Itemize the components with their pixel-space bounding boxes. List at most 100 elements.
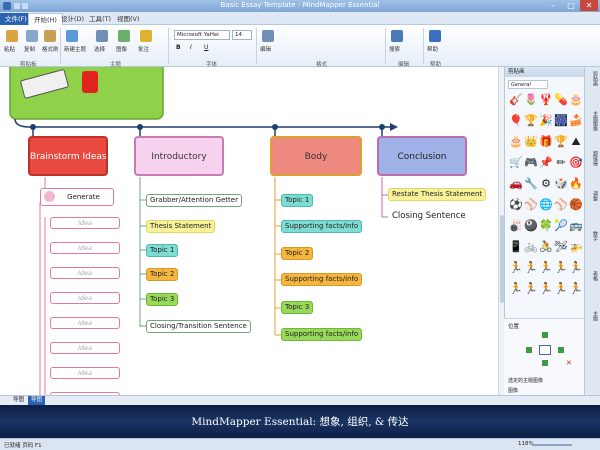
- intro-subtopic[interactable]: Thesis Statement: [146, 220, 216, 233]
- clipart-item[interactable]: ✏: [554, 156, 568, 170]
- clipart-item[interactable]: 🎮: [524, 156, 538, 170]
- clipart-item[interactable]: 🎳: [509, 219, 523, 233]
- clipart-item[interactable]: ⚙: [539, 177, 553, 191]
- body-subtopic[interactable]: Topic 2: [281, 247, 314, 260]
- clipart-item[interactable]: 🎯: [569, 156, 583, 170]
- clipart-item[interactable]: 🎁: [539, 135, 553, 149]
- clipart-item[interactable]: 🏃: [569, 282, 583, 296]
- underline-button[interactable]: U: [204, 44, 208, 51]
- search-icon[interactable]: [391, 30, 403, 42]
- font-family-select[interactable]: Microsoft YaHei: [174, 30, 230, 40]
- remove-icon[interactable]: ✕: [566, 359, 572, 367]
- clipart-item[interactable]: 🎱: [524, 219, 538, 233]
- body-subtopic[interactable]: Supporting facts/info: [281, 220, 363, 233]
- new-topic-icon[interactable]: [66, 30, 78, 42]
- clipart-item[interactable]: 🔧: [524, 177, 538, 191]
- main-topic[interactable]: Body: [270, 136, 362, 176]
- conclusion-subtopic[interactable]: Restate Thesis Statement: [388, 188, 487, 201]
- position-center[interactable]: [539, 345, 551, 355]
- right-tab[interactable]: 超链接: [587, 151, 599, 166]
- clipart-category-select[interactable]: General: [508, 80, 548, 89]
- clipart-item[interactable]: 🎾: [554, 219, 568, 233]
- bold-button[interactable]: B: [176, 44, 181, 51]
- minimize-button[interactable]: –: [544, 0, 562, 11]
- clipart-item[interactable]: 🚲: [524, 240, 538, 254]
- body-subtopic[interactable]: Topic 3: [281, 301, 314, 314]
- font-size-select[interactable]: 14: [232, 30, 252, 40]
- clipart-item[interactable]: 🚴: [539, 240, 553, 254]
- idea-topic[interactable]: Idea: [50, 342, 120, 354]
- clipart-item[interactable]: ⚽: [509, 198, 523, 212]
- clipart-item[interactable]: 🏆: [554, 135, 568, 149]
- clipart-item[interactable]: 🏃: [509, 261, 523, 275]
- clipart-item[interactable]: 🛒: [509, 156, 523, 170]
- position-left[interactable]: [526, 347, 532, 353]
- close-button[interactable]: ✕: [580, 0, 598, 11]
- position-bottom[interactable]: [542, 360, 548, 366]
- paste-icon[interactable]: [6, 30, 18, 42]
- clipart-item[interactable]: 🏃: [539, 282, 553, 296]
- right-tab[interactable]: 剪贴画: [587, 71, 599, 86]
- maximize-button[interactable]: □: [562, 0, 580, 11]
- clipart-item[interactable]: 🏆: [524, 114, 538, 128]
- image-icon[interactable]: [118, 30, 130, 42]
- clipart-item[interactable]: 👑: [524, 135, 538, 149]
- clipart-item[interactable]: 🏀: [569, 198, 583, 212]
- sheet-tab[interactable]: 导图: [10, 396, 27, 405]
- clipart-item[interactable]: 🌷: [524, 93, 538, 107]
- save-icon[interactable]: [14, 3, 20, 9]
- comment-icon[interactable]: [140, 30, 152, 42]
- clipart-item[interactable]: 📌: [539, 156, 553, 170]
- position-right[interactable]: [558, 347, 564, 353]
- clipart-item[interactable]: 🎉: [539, 114, 553, 128]
- italic-button[interactable]: I: [190, 44, 192, 51]
- idea-topic[interactable]: Idea: [50, 267, 120, 279]
- intro-subtopic[interactable]: Closing/Transition Sentence: [146, 320, 251, 333]
- clipart-item[interactable]: 🛩: [554, 240, 568, 254]
- intro-subtopic[interactable]: Topic 3: [146, 293, 179, 306]
- body-subtopic[interactable]: Supporting facts/info: [281, 328, 363, 341]
- clipart-item[interactable]: 📱: [509, 240, 523, 254]
- main-topic[interactable]: Conclusion: [377, 136, 467, 176]
- body-subtopic[interactable]: Topic 1: [281, 194, 314, 207]
- clipart-item[interactable]: 🚗: [509, 177, 523, 191]
- copy-icon[interactable]: [26, 30, 38, 42]
- clipart-item[interactable]: 🏃: [539, 261, 553, 275]
- clipart-item[interactable]: 🎂: [509, 135, 523, 149]
- clipart-item[interactable]: 🏃: [569, 261, 583, 275]
- idea-topic[interactable]: Idea: [50, 217, 120, 229]
- clipart-item[interactable]: 🎈: [509, 114, 523, 128]
- clipart-item[interactable]: 🦞: [539, 93, 553, 107]
- right-tab[interactable]: 调整: [587, 191, 599, 201]
- clipart-item[interactable]: 🎂: [569, 93, 583, 107]
- edit-icon[interactable]: [262, 30, 274, 42]
- undo-icon[interactable]: [22, 3, 28, 9]
- clipart-item[interactable]: 🌐: [539, 198, 553, 212]
- clipart-item[interactable]: ⚾: [524, 198, 538, 212]
- clipart-item[interactable]: 🍀: [539, 219, 553, 233]
- clipart-item[interactable]: 🚁: [569, 240, 583, 254]
- clipart-item[interactable]: 🎸: [509, 93, 523, 107]
- clipart-item[interactable]: 🏃: [524, 282, 538, 296]
- zoom-slider[interactable]: [532, 444, 572, 446]
- intro-subtopic[interactable]: Topic 2: [146, 268, 179, 281]
- clipart-item[interactable]: 🔥: [569, 177, 583, 191]
- clipart-item[interactable]: 🚌: [569, 219, 583, 233]
- clipart-item[interactable]: 🏃: [554, 261, 568, 275]
- idea-topic[interactable]: Idea: [50, 367, 120, 379]
- position-top[interactable]: [542, 332, 548, 338]
- right-tab[interactable]: 数字: [587, 231, 599, 241]
- idea-topic[interactable]: Idea: [50, 242, 120, 254]
- clipart-item[interactable]: ⛰: [569, 135, 583, 149]
- idea-topic[interactable]: Idea: [50, 317, 120, 329]
- intro-subtopic[interactable]: Grabber/Attention Getter: [146, 194, 242, 207]
- tab-view[interactable]: 视图(V): [112, 13, 145, 25]
- clipart-item[interactable]: 💊: [554, 93, 568, 107]
- help-icon[interactable]: [429, 30, 441, 42]
- conclusion-subtopic[interactable]: Closing Sentence: [388, 210, 470, 223]
- idea-topic[interactable]: Idea: [50, 292, 120, 304]
- clipart-item[interactable]: 🎲: [554, 177, 568, 191]
- format-painter-icon[interactable]: [44, 30, 56, 42]
- main-topic[interactable]: Brainstorm Ideas: [28, 136, 108, 176]
- map-canvas[interactable]: Brainstorm Ideas Introductory Body Conclusi…: [0, 67, 498, 395]
